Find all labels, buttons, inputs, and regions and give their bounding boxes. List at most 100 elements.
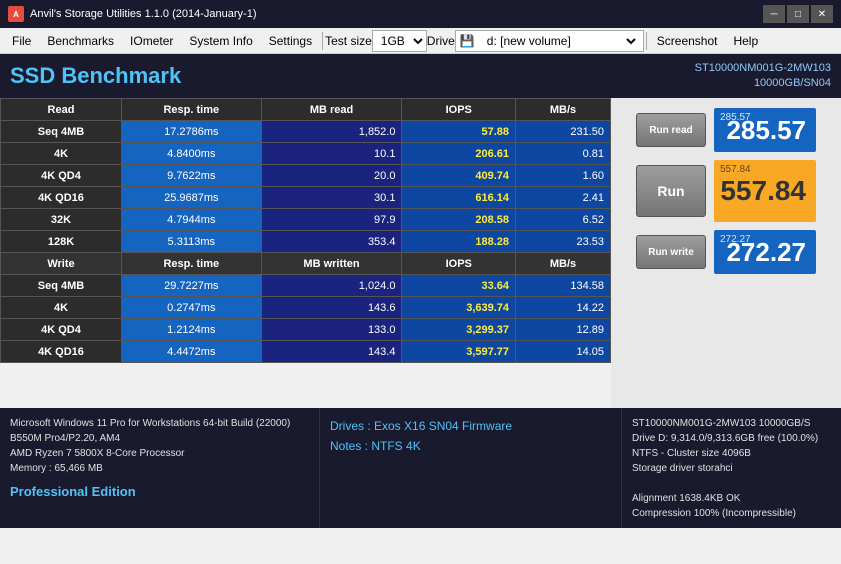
read-32k-iops: 208.58 [402,209,516,231]
drive-label: Drive [427,34,455,48]
read-seq-label: Seq 4MB [1,121,122,143]
table-row: 4K QD4 1.2124ms 133.0 3,299.37 12.89 [1,319,611,341]
total-score-value: 557.84 [720,175,806,207]
write-4kqd4-mbs: 12.89 [516,319,611,341]
write-4k-label: 4K [1,297,122,319]
drive-icon: 💾 [460,34,475,48]
table-row: 128K 5.3113ms 353.4 188.28 23.53 [1,231,611,253]
window-controls[interactable]: ─ □ ✕ [763,5,833,23]
menu-help[interactable]: Help [725,31,766,51]
drive-size: 10000GB/SN04 [695,76,831,91]
read-seq-iops: 57.88 [402,121,516,143]
run-main-row: Run 557.84 557.84 [636,160,816,222]
write-label-header: Write [1,253,122,275]
run-button[interactable]: Run [636,165,706,217]
run-read-row: Run read 285.57 285.57 [636,108,816,152]
read-header-row: Read Resp. time MB read IOPS MB/s [1,99,611,121]
write-seq-mbs: 134.58 [516,275,611,297]
total-score-label: 557.84 [720,164,751,175]
table-row: Seq 4MB 29.7227ms 1,024.0 33.64 134.58 [1,275,611,297]
drive-details: ST10000NM001G-2MW103 10000GB/S Drive D: … [621,408,841,528]
table-row: 4K QD16 25.9687ms 30.1 616.14 2.41 [1,187,611,209]
read-4k-label: 4K [1,143,122,165]
total-score-box: 557.84 557.84 [714,160,816,222]
menu-iometer[interactable]: IOmeter [122,31,181,51]
read-4kqd4-label: 4K QD4 [1,165,122,187]
read-seq-resp: 17.2786ms [121,121,261,143]
menu-bar: File Benchmarks IOmeter System Info Sett… [0,28,841,54]
read-128k-mb: 353.4 [261,231,402,253]
minimize-button[interactable]: ─ [763,5,785,23]
write-4kqd16-label: 4K QD16 [1,341,122,363]
close-button[interactable]: ✕ [811,5,833,23]
run-write-button[interactable]: Run write [636,235,706,269]
drive-model: ST10000NM001G-2MW103 [695,61,831,76]
read-32k-mbs: 6.52 [516,209,611,231]
read-128k-resp: 5.3113ms [121,231,261,253]
menu-separator-1 [322,32,323,50]
app-icon: A [8,6,24,22]
maximize-button[interactable]: □ [787,5,809,23]
write-4k-iops: 3,639.74 [402,297,516,319]
main-content: Read Resp. time MB read IOPS MB/s Seq 4M… [0,98,841,408]
read-score-label: 285.57 [720,112,751,123]
drive-detail-5 [632,476,831,491]
test-size-select[interactable]: 1GB 2GB 4GB [372,30,427,52]
read-seq-mbs: 231.50 [516,121,611,143]
bottom-bar: Microsoft Windows 11 Pro for Workstation… [0,408,841,528]
drive-detail-4: Storage driver storahci [632,461,831,476]
run-read-button[interactable]: Run read [636,113,706,147]
read-4kqd4-resp: 9.7622ms [121,165,261,187]
write-4kqd4-label: 4K QD4 [1,319,122,341]
read-4k-resp: 4.8400ms [121,143,261,165]
read-32k-label: 32K [1,209,122,231]
write-4kqd16-mbs: 14.05 [516,341,611,363]
menu-settings[interactable]: Settings [261,31,320,51]
pro-edition-label: Professional Edition [10,482,309,502]
drive-select[interactable]: d: [new volume] [479,31,639,51]
read-128k-mbs: 23.53 [516,231,611,253]
write-4k-resp: 0.2747ms [121,297,261,319]
read-32k-resp: 4.7944ms [121,209,261,231]
mb-written-header: MB written [261,253,402,275]
write-header-row: Write Resp. time MB written IOPS MB/s [1,253,611,275]
menu-sysinfo[interactable]: System Info [181,31,260,51]
write-4kqd16-resp: 4.4472ms [121,341,261,363]
write-4k-mb: 143.6 [261,297,402,319]
table-row: 4K 0.2747ms 143.6 3,639.74 14.22 [1,297,611,319]
sys-line-2: B550M Pro4/P2.20, AM4 [10,431,309,446]
title-bar: A Anvil's Storage Utilities 1.1.0 (2014-… [0,0,841,28]
read-label-header: Read [1,99,122,121]
read-128k-iops: 188.28 [402,231,516,253]
write-4kqd4-mb: 133.0 [261,319,402,341]
read-4kqd4-mbs: 1.60 [516,165,611,187]
resp-time-header: Resp. time [121,99,261,121]
menu-screenshot[interactable]: Screenshot [649,31,726,51]
app-header: SSD Benchmark ST10000NM001G-2MW103 10000… [0,54,841,98]
mbs-write-header: MB/s [516,253,611,275]
title-bar-left: A Anvil's Storage Utilities 1.1.0 (2014-… [8,6,256,22]
drive-detail-3: NTFS - Cluster size 4096B [632,446,831,461]
menu-file[interactable]: File [4,31,39,51]
read-32k-mb: 97.9 [261,209,402,231]
drive-notes: Drives : Exos X16 SN04 Firmware Notes : … [320,408,621,528]
write-4kqd4-iops: 3,299.37 [402,319,516,341]
write-seq-iops: 33.64 [402,275,516,297]
read-4k-mbs: 0.81 [516,143,611,165]
resp-time-write-header: Resp. time [121,253,261,275]
read-4k-mb: 10.1 [261,143,402,165]
menu-benchmarks[interactable]: Benchmarks [39,31,122,51]
write-seq-label: Seq 4MB [1,275,122,297]
read-4kqd16-mbs: 2.41 [516,187,611,209]
write-4kqd4-resp: 1.2124ms [121,319,261,341]
drive-detail-1: ST10000NM001G-2MW103 10000GB/S [632,416,831,431]
benchmark-table: Read Resp. time MB read IOPS MB/s Seq 4M… [0,98,611,408]
drive-detail-6: Alignment 1638.4KB OK [632,491,831,506]
sys-line-4: Memory : 65,466 MB [10,461,309,476]
read-seq-mb: 1,852.0 [261,121,402,143]
read-4kqd4-mb: 20.0 [261,165,402,187]
title-bar-text: Anvil's Storage Utilities 1.1.0 (2014-Ja… [30,8,256,20]
score-panel: Run read 285.57 285.57 Run 557.84 557.84… [611,98,841,408]
read-4kqd4-iops: 409.74 [402,165,516,187]
write-seq-mb: 1,024.0 [261,275,402,297]
